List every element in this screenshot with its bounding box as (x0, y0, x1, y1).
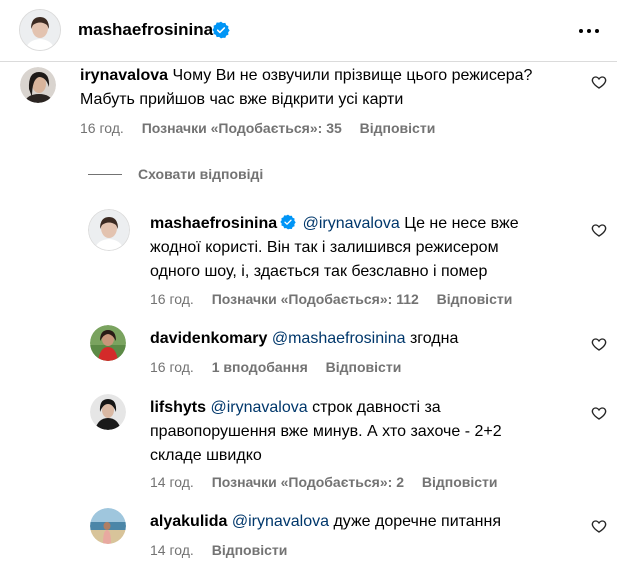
author-avatar[interactable] (19, 9, 61, 51)
heart-icon[interactable] (591, 222, 607, 238)
reply-avatar[interactable] (90, 394, 126, 430)
reply-time[interactable]: 14 год. (150, 474, 194, 490)
verified-icon (212, 21, 230, 39)
heart-icon[interactable] (591, 74, 607, 90)
post-header: mashaefrosinina (0, 0, 617, 62)
reply-mention[interactable]: @irynavalova (210, 399, 307, 416)
divider (88, 173, 122, 175)
reply-time[interactable]: 14 год. (150, 542, 194, 558)
reply-text: жодної користі. Він так і залишився режи… (150, 239, 499, 256)
reply-time[interactable]: 16 год. (150, 359, 194, 375)
hide-replies-button[interactable]: Сховати відповіді (88, 164, 263, 184)
comment-username[interactable]: irynavalova (80, 67, 168, 84)
reply-button[interactable]: Відповісти (437, 291, 513, 307)
reply-button[interactable]: Відповісти (422, 474, 498, 490)
comment-body: irynavalova Чому Ви не озвучили прізвище… (80, 64, 580, 112)
reply-text: правопорушення вже минув. А хто захоче -… (150, 423, 502, 440)
reply-mention[interactable]: @irynavalova (232, 513, 329, 530)
heart-icon[interactable] (591, 336, 607, 352)
reply-mention[interactable]: @mashaefrosinina (272, 330, 406, 347)
reply-likes[interactable]: Позначки «Подобається»: 2 (212, 474, 404, 490)
reply-username[interactable]: alyakulida (150, 513, 227, 530)
reply-username[interactable]: davidenkomary (150, 330, 267, 347)
reply-text: Це не несе вже (404, 215, 519, 232)
reply-meta: 14 год. Відповісти (150, 542, 301, 558)
reply-likes[interactable]: Позначки «Подобається»: 112 (212, 291, 419, 307)
reply-time[interactable]: 16 год. (150, 291, 194, 307)
reply-username[interactable]: mashaefrosinina (150, 215, 277, 232)
reply-body: lifshyts @irynavalova строк давності за … (150, 396, 570, 468)
reply-text: строк давності за (312, 399, 441, 416)
reply-button[interactable]: Відповісти (212, 542, 288, 558)
commenter-avatar[interactable] (20, 67, 56, 103)
reply-meta: 14 год. Позначки «Подобається»: 2 Відпов… (150, 474, 512, 490)
reply-text: одного шоу, і, здається так безславно і … (150, 263, 488, 280)
reply-text: дуже доречне питання (333, 513, 502, 530)
reply-avatar[interactable] (88, 209, 130, 251)
reply-meta: 16 год. 1 вподобання Відповісти (150, 359, 415, 375)
reply-meta: 16 год. Позначки «Подобається»: 112 Відп… (150, 291, 526, 307)
hide-replies-label: Сховати відповіді (138, 166, 264, 182)
reply-button[interactable]: Відповісти (360, 120, 436, 136)
reply-username[interactable]: lifshyts (150, 399, 206, 416)
reply-body: alyakulida @irynavalova дуже доречне пит… (150, 510, 570, 534)
reply-button[interactable]: Відповісти (326, 359, 402, 375)
reply-likes[interactable]: 1 вподобання (212, 359, 308, 375)
comment-likes[interactable]: Позначки «Подобається»: 35 (142, 120, 342, 136)
author-username[interactable]: mashaefrosinina (78, 19, 213, 41)
reply-text: складе швидко (150, 447, 262, 464)
reply-mention[interactable]: @irynavalova (303, 215, 400, 232)
reply-body: davidenkomary @mashaefrosinina згодна (150, 327, 570, 351)
reply-avatar[interactable] (90, 325, 126, 361)
verified-icon (280, 214, 296, 230)
reply-text: згодна (409, 330, 459, 347)
reply-avatar[interactable] (90, 508, 126, 544)
comment-meta: 16 год. Позначки «Подобається»: 35 Відпо… (80, 120, 449, 136)
reply-body: mashaefrosinina @irynavalova Це не несе … (150, 212, 570, 284)
more-options-icon[interactable] (572, 16, 606, 46)
comment-time[interactable]: 16 год. (80, 120, 124, 136)
heart-icon[interactable] (591, 518, 607, 534)
heart-icon[interactable] (591, 405, 607, 421)
